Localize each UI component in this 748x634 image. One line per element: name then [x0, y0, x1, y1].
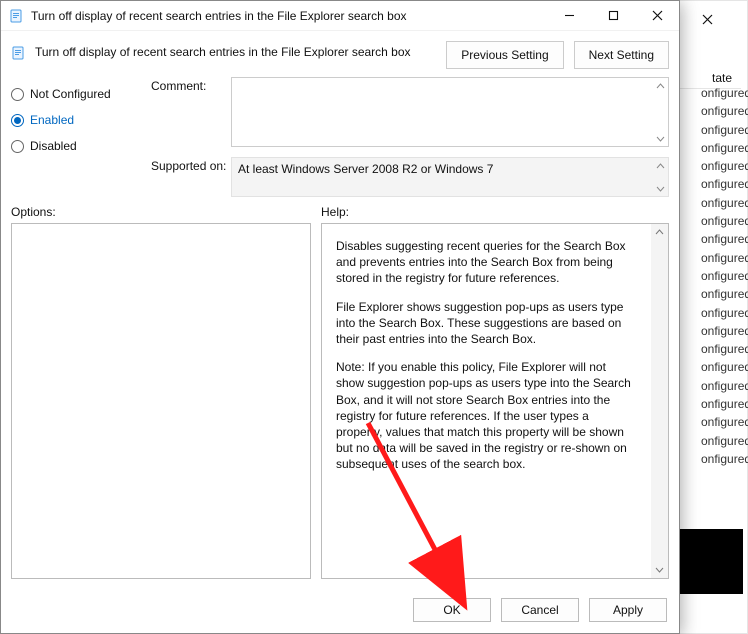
background-row: onfigured	[701, 177, 748, 195]
background-row: onfigured	[701, 342, 748, 360]
window-buttons	[547, 1, 679, 31]
policy-title: Turn off display of recent search entrie…	[35, 41, 446, 59]
background-row: onfigured	[701, 159, 748, 177]
background-row: onfigured	[701, 123, 748, 141]
comment-field-box	[231, 77, 669, 147]
ok-button[interactable]: OK	[413, 598, 491, 622]
help-text: Disables suggesting recent queries for t…	[322, 224, 651, 578]
supported-field-row: Supported on: At least Windows Server 20…	[151, 157, 669, 197]
background-row: onfigured	[701, 306, 748, 324]
scroll-down-icon[interactable]	[652, 130, 668, 146]
background-row: onfigured	[701, 86, 748, 104]
help-paragraph: Disables suggesting recent queries for t…	[336, 238, 637, 287]
scroll-down-icon[interactable]	[652, 180, 668, 196]
close-icon	[702, 14, 713, 25]
panels: Disables suggesting recent queries for t…	[1, 223, 679, 587]
background-close-button[interactable]	[687, 1, 727, 37]
titlebar: Turn off display of recent search entrie…	[1, 1, 679, 31]
radio-icon	[11, 114, 24, 127]
background-row: onfigured	[701, 196, 748, 214]
help-scrollbar[interactable]	[651, 224, 668, 578]
radio-enabled[interactable]: Enabled	[11, 107, 151, 133]
subheader: Turn off display of recent search entrie…	[1, 31, 679, 69]
section-labels: Options: Help:	[1, 197, 679, 223]
help-label: Help:	[321, 205, 349, 219]
background-row: onfigured	[701, 360, 748, 378]
radio-label: Not Configured	[30, 87, 111, 101]
supported-value: At least Windows Server 2008 R2 or Windo…	[231, 157, 669, 197]
policy-icon	[11, 45, 27, 61]
background-row: onfigured	[701, 452, 748, 470]
maximize-button[interactable]	[591, 1, 635, 31]
cancel-button[interactable]: Cancel	[501, 598, 579, 622]
radio-group: Not Configured Enabled Disabled	[11, 77, 151, 197]
comment-textarea[interactable]	[231, 77, 669, 147]
apply-button[interactable]: Apply	[589, 598, 667, 622]
help-panel: Disables suggesting recent queries for t…	[321, 223, 669, 579]
background-row: onfigured	[701, 379, 748, 397]
scroll-up-icon[interactable]	[652, 78, 668, 94]
help-paragraph: File Explorer shows suggestion pop-ups a…	[336, 299, 637, 348]
background-row: onfigured	[701, 104, 748, 122]
minimize-icon	[564, 10, 575, 21]
supported-label: Supported on:	[151, 157, 231, 173]
help-paragraph: Note: If you enable this policy, File Ex…	[336, 359, 637, 472]
comment-scroll	[652, 78, 668, 146]
scroll-down-icon[interactable]	[651, 561, 668, 578]
radio-disabled[interactable]: Disabled	[11, 133, 151, 159]
window-title: Turn off display of recent search entrie…	[31, 9, 547, 23]
background-row: onfigured	[701, 287, 748, 305]
radio-not-configured[interactable]: Not Configured	[11, 81, 151, 107]
minimize-button[interactable]	[547, 1, 591, 31]
background-row: onfigured	[701, 141, 748, 159]
maximize-icon	[608, 10, 619, 21]
background-row: onfigured	[701, 251, 748, 269]
scroll-up-icon[interactable]	[651, 224, 668, 241]
nav-buttons: Previous Setting Next Setting	[446, 41, 669, 69]
comment-field-row: Comment:	[151, 77, 669, 147]
right-fields: Comment: Supported on: At	[151, 77, 669, 197]
radio-icon	[11, 88, 24, 101]
bottom-bar: OK Cancel Apply	[1, 587, 679, 633]
radio-icon	[11, 140, 24, 153]
radio-label: Disabled	[30, 139, 77, 153]
background-row: onfigured	[701, 324, 748, 342]
background-row: onfigured	[701, 397, 748, 415]
background-row: onfigured	[701, 232, 748, 250]
radio-label: Enabled	[30, 113, 74, 127]
app-icon	[9, 8, 25, 24]
background-row: onfigured	[701, 415, 748, 433]
options-panel	[11, 223, 311, 579]
comment-label: Comment:	[151, 77, 231, 93]
background-row: onfigured	[701, 434, 748, 452]
scroll-up-icon[interactable]	[652, 158, 668, 174]
background-rows: onfiguredonfiguredonfiguredonfiguredonfi…	[701, 86, 748, 470]
supported-scroll	[652, 158, 668, 196]
background-row: onfigured	[701, 269, 748, 287]
close-icon	[652, 10, 663, 21]
previous-setting-button[interactable]: Previous Setting	[446, 41, 563, 69]
supported-field-box: At least Windows Server 2008 R2 or Windo…	[231, 157, 669, 197]
close-button[interactable]	[635, 1, 679, 31]
policy-dialog: Turn off display of recent search entrie…	[0, 0, 680, 634]
next-setting-button[interactable]: Next Setting	[574, 41, 669, 69]
background-row: onfigured	[701, 214, 748, 232]
options-label: Options:	[11, 205, 321, 219]
background-preview-block	[676, 529, 743, 594]
config-row: Not Configured Enabled Disabled Comment:	[1, 69, 679, 197]
